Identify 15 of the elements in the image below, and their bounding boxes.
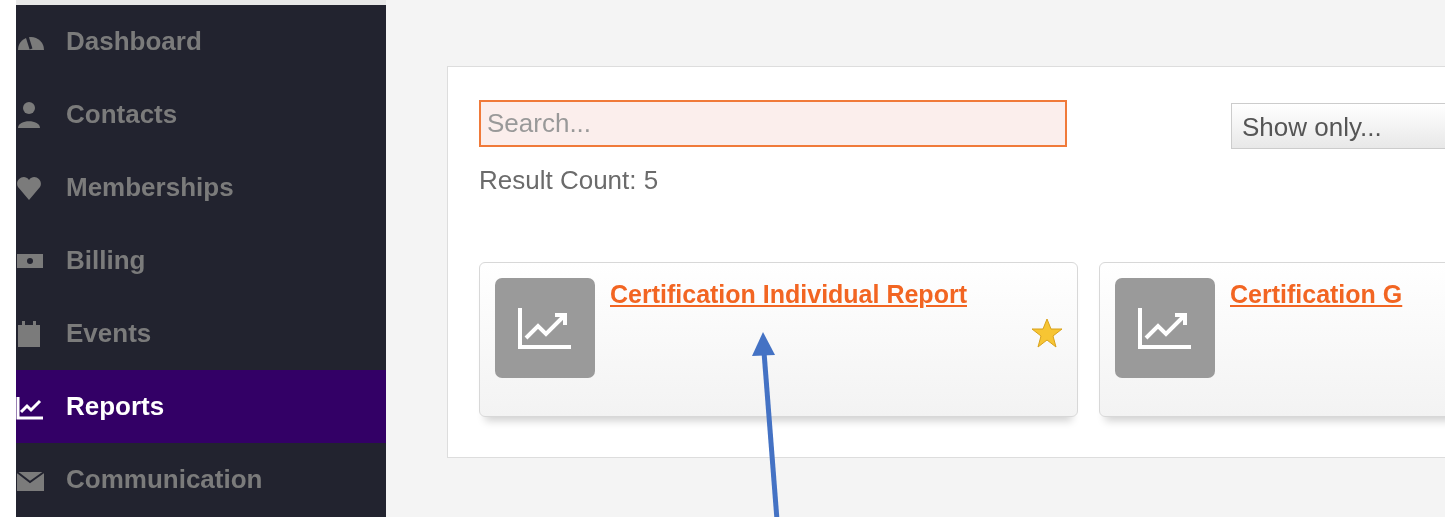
sidebar-item[interactable]: Reports xyxy=(16,370,386,443)
sidebar-item[interactable]: Memberships xyxy=(16,151,386,224)
sidebar-item[interactable]: Dashboard xyxy=(16,5,386,78)
report-link[interactable]: Certification Individual Report xyxy=(610,278,967,311)
sidebar-item[interactable]: Contacts xyxy=(16,78,386,151)
sidebar-item[interactable]: Communication xyxy=(16,443,386,516)
sidebar-item[interactable]: Billing xyxy=(16,224,386,297)
report-link[interactable]: Certification G xyxy=(1230,278,1403,311)
show-only-select[interactable]: Show only... xyxy=(1231,103,1445,149)
result-count: Result Count: 5 xyxy=(479,164,660,197)
chart-icon xyxy=(1115,278,1215,378)
chart-icon xyxy=(495,278,595,378)
sidebar-item[interactable]: Events xyxy=(16,297,386,370)
search-field[interactable]: Search... xyxy=(479,100,1067,147)
star-icon[interactable] xyxy=(1031,317,1063,349)
